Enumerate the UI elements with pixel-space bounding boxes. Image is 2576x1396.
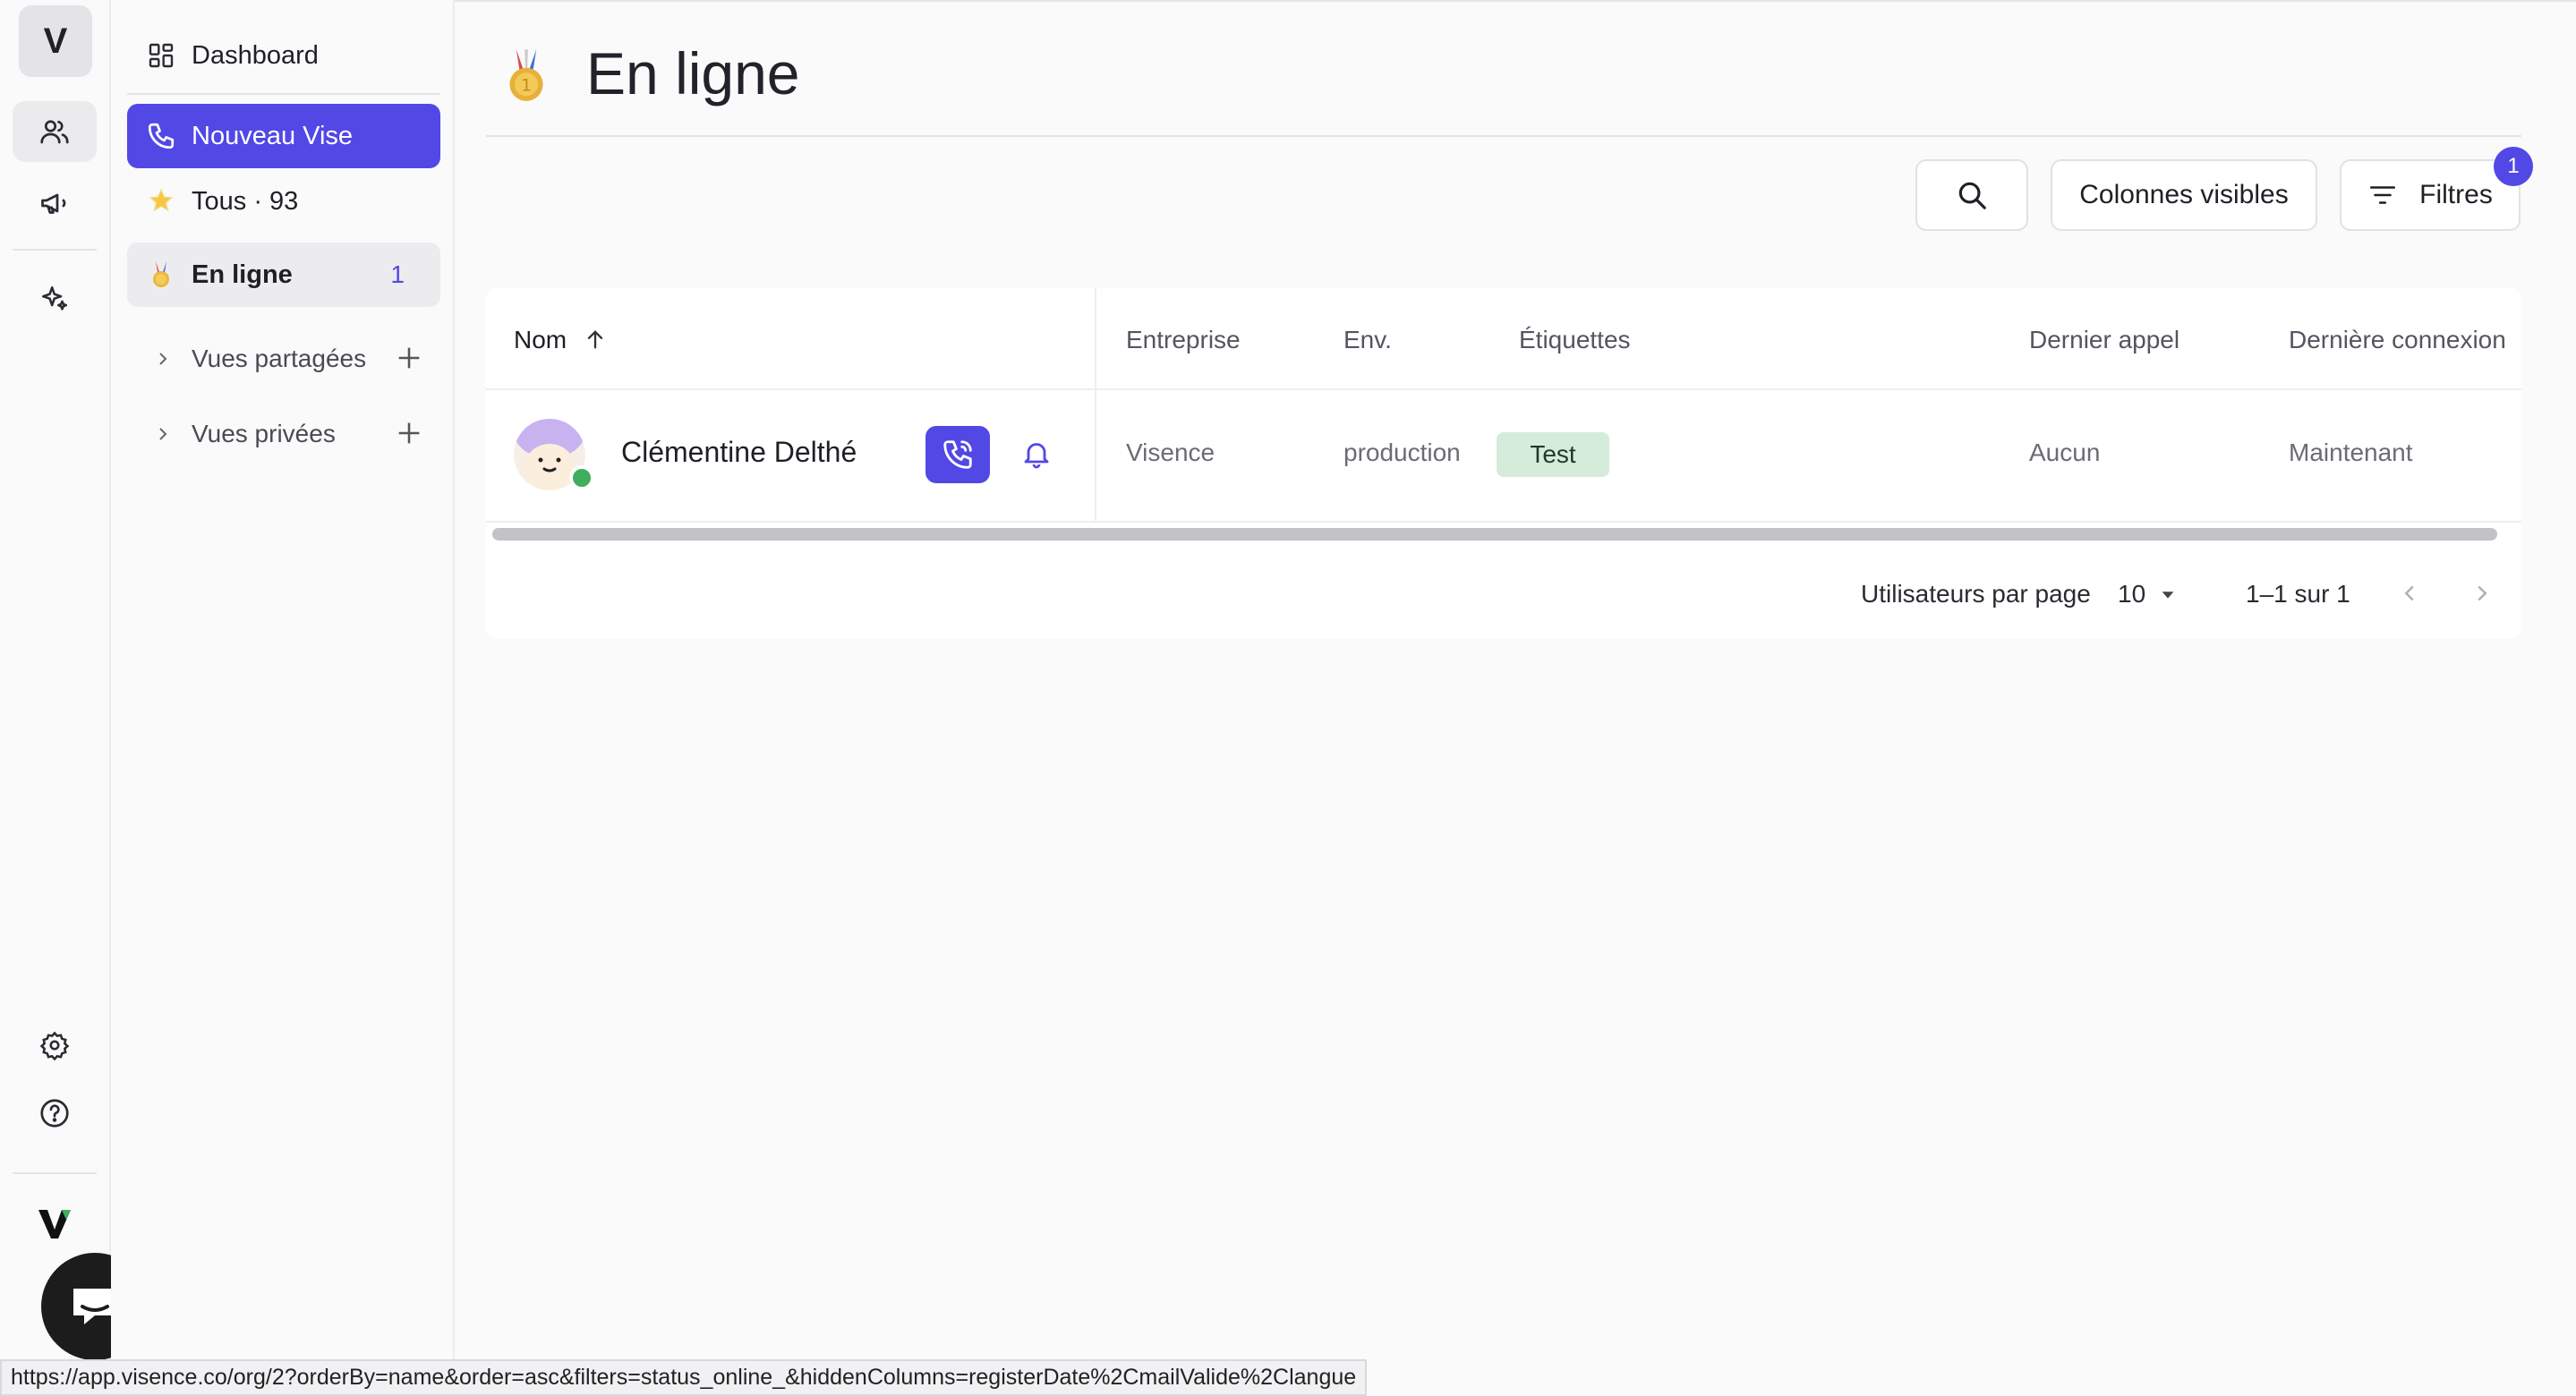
- icon-rail: V: [0, 0, 111, 1396]
- call-user-button[interactable]: [925, 426, 990, 483]
- campaigns-nav-button[interactable]: [13, 173, 97, 234]
- brand-logo[interactable]: [13, 1194, 97, 1255]
- ai-nav-button[interactable]: [13, 268, 97, 329]
- medal-icon: [145, 259, 177, 291]
- sidebar-item-label: En ligne: [192, 260, 293, 289]
- rail-divider: [13, 1172, 97, 1174]
- group-label: Vues privées: [192, 420, 336, 447]
- rail-divider: [13, 249, 97, 251]
- status-bar-url: https://app.visence.co/org/2?orderBy=nam…: [0, 1359, 1368, 1396]
- search-icon: [1958, 182, 1986, 209]
- sidebar-item-online[interactable]: En ligne 1: [127, 243, 440, 307]
- sticky-column-divider: [1095, 288, 1096, 523]
- medal-icon: 1: [509, 49, 543, 101]
- megaphone-icon: [41, 193, 66, 214]
- view-count-badge: 1: [390, 260, 405, 288]
- column-header-last-login[interactable]: Dernière connexion: [2289, 326, 2506, 354]
- gear-icon: [39, 1031, 70, 1060]
- column-header-last-call[interactable]: Dernier appel: [2029, 326, 2179, 354]
- svg-text:1: 1: [521, 77, 532, 96]
- users-icon: [40, 120, 69, 144]
- column-header-name[interactable]: Nom: [514, 326, 608, 354]
- online-status-dot: [569, 465, 594, 490]
- shared-views-group[interactable]: Vues partagées: [127, 332, 440, 386]
- sidebar-item-dashboard[interactable]: Dashboard: [127, 23, 440, 88]
- column-header-tags[interactable]: Étiquettes: [1519, 326, 1631, 354]
- bell-icon[interactable]: [1020, 437, 1053, 471]
- star-icon: [145, 185, 177, 217]
- rows-per-page-value: 10: [2118, 580, 2146, 608]
- chevron-right-icon: [159, 353, 167, 365]
- title-divider: [486, 135, 2521, 137]
- cell-last-login: Maintenant: [2289, 438, 2413, 466]
- tag-badge[interactable]: Test: [1497, 432, 1609, 477]
- cell-env: production: [1343, 438, 1461, 466]
- phone-call-icon: [943, 440, 972, 469]
- rows-per-page-select[interactable]: 10: [2118, 580, 2178, 609]
- plus-icon[interactable]: [394, 418, 424, 448]
- visible-columns-button[interactable]: Colonnes visibles: [2051, 159, 2317, 231]
- dashboard-icon: [145, 39, 177, 72]
- page-title: En ligne: [586, 40, 800, 106]
- new-call-label: Nouveau Vise: [192, 121, 354, 150]
- rows-per-page-label: Utilisateurs par page: [1861, 580, 2091, 608]
- settings-button[interactable]: [13, 1015, 97, 1076]
- sidebar-divider: [127, 93, 440, 95]
- sort-ascending-icon: [587, 330, 603, 349]
- help-button[interactable]: [13, 1083, 97, 1144]
- filters-label: Filtres: [2419, 180, 2493, 209]
- new-call-button[interactable]: Nouveau Vise: [127, 104, 440, 168]
- phone-icon: [145, 120, 177, 152]
- column-header-env[interactable]: Env.: [1343, 326, 1392, 354]
- help-icon: [40, 1099, 69, 1128]
- sparkles-icon: [41, 285, 68, 311]
- private-views-group[interactable]: Vues privées: [127, 407, 440, 461]
- sidebar-item-label: Dashboard: [192, 40, 319, 70]
- top-border: [455, 0, 2576, 2]
- filter-lines-icon: [2370, 186, 2396, 204]
- horizontal-scrollbar[interactable]: [492, 528, 2497, 541]
- pagination-range: 1–1 sur 1: [2246, 580, 2350, 608]
- group-label: Vues partagées: [192, 345, 367, 372]
- cell-company: Visence: [1126, 438, 1215, 466]
- cell-last-call: Aucun: [2029, 438, 2101, 466]
- row-divider: [486, 521, 2521, 523]
- filters-count-badge: 1: [2494, 147, 2533, 186]
- search-button[interactable]: [1915, 159, 2028, 231]
- views-sidebar: Dashboard Nouveau Vise Tous · 93 En lign…: [111, 0, 455, 1396]
- caret-down-icon: [2162, 592, 2174, 599]
- sidebar-item-all[interactable]: Tous · 93: [127, 169, 440, 234]
- chevron-right-icon[interactable]: [2469, 580, 2495, 607]
- plus-icon[interactable]: [394, 343, 424, 373]
- visible-columns-label: Colonnes visibles: [2079, 180, 2289, 209]
- header-row-divider: [486, 388, 2521, 390]
- sidebar-item-label: Tous · 93: [192, 186, 299, 216]
- workspace-avatar[interactable]: V: [19, 5, 92, 77]
- chevron-left-icon[interactable]: [2396, 580, 2423, 607]
- users-nav-button[interactable]: [13, 101, 97, 162]
- brand-logo-icon: [38, 1210, 71, 1239]
- column-header-company[interactable]: Entreprise: [1126, 326, 1241, 354]
- chevron-right-icon: [159, 428, 167, 440]
- user-name[interactable]: Clémentine Delthé: [621, 436, 857, 469]
